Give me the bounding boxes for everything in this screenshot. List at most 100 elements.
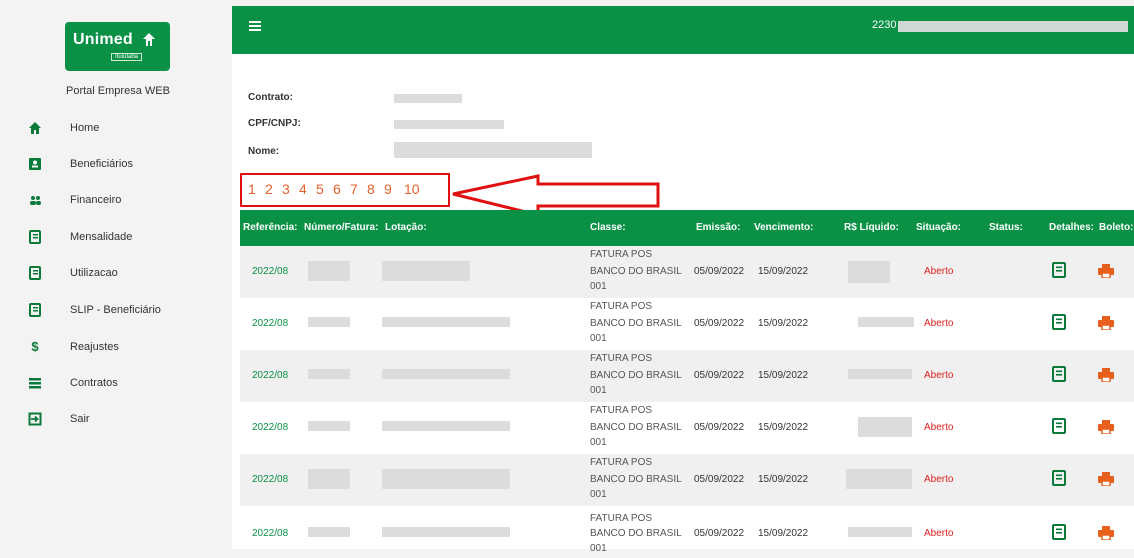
sidebar-item-label: Contratos xyxy=(70,377,118,389)
sidebar-item-reajustes[interactable]: $ Reajustes xyxy=(0,338,232,362)
classe-line-1: FATURA POS xyxy=(590,353,653,364)
classe-line-3: 001 xyxy=(590,543,607,554)
sidebar-item-contratos[interactable]: Contratos xyxy=(0,374,232,398)
printer-icon[interactable] xyxy=(1098,420,1114,434)
main-content: Contrato: CPF/CNPJ: Nome: 1 2 3 4 5 6 7 … xyxy=(232,54,1134,554)
vencimento: 15/09/2022 xyxy=(758,318,809,329)
redacted-lotacao xyxy=(382,369,510,379)
page-link-4[interactable]: 4 xyxy=(299,181,307,197)
col-liquido: R$ Líquido: xyxy=(844,222,899,233)
sidebar-item-label: SLIP - Beneficiário xyxy=(70,304,161,316)
referencia-link[interactable]: 2022/08 xyxy=(252,528,288,539)
classe-line-3: 001 xyxy=(590,437,607,448)
table-row: 2022/08 FATURA POS BANCO DO BRASIL 001 0… xyxy=(240,402,1134,454)
redacted-lotacao xyxy=(382,469,510,489)
contrato-label: Contrato: xyxy=(248,92,293,103)
redacted-numero xyxy=(308,369,350,379)
situacao-badge: Aberto xyxy=(924,370,954,381)
page-link-1[interactable]: 1 xyxy=(248,181,256,197)
dollar-icon: $ xyxy=(31,339,39,354)
col-situacao: Situação: xyxy=(916,222,962,233)
redacted-lotacao xyxy=(382,527,510,537)
hamburger-menu-icon[interactable] xyxy=(249,21,261,31)
sidebar-item-label: Beneficiários xyxy=(70,158,133,170)
referencia-link[interactable]: 2022/08 xyxy=(252,422,288,433)
situacao-badge: Aberto xyxy=(924,528,954,539)
col-referencia: Referência: xyxy=(243,222,298,233)
situacao-badge: Aberto xyxy=(924,474,954,485)
sidebar-item-slip-beneficiario[interactable]: SLIP - Beneficiário xyxy=(0,301,232,325)
details-icon[interactable] xyxy=(1052,262,1066,278)
page-link-5[interactable]: 5 xyxy=(316,181,324,197)
page-link-7[interactable]: 7 xyxy=(350,181,358,197)
vencimento: 15/09/2022 xyxy=(758,474,809,485)
classe-line-2: BANCO DO BRASIL xyxy=(590,370,682,381)
col-classe: Classe: xyxy=(590,222,626,233)
details-icon[interactable] xyxy=(1052,524,1066,540)
emissao: 05/09/2022 xyxy=(694,474,745,485)
table-row: 2022/08 FATURA POS BANCO DO BRASIL 001 0… xyxy=(240,454,1134,506)
printer-icon[interactable] xyxy=(1098,526,1114,540)
sidebar-item-financeiro[interactable]: Financeiro xyxy=(0,191,232,215)
redacted-nome xyxy=(394,142,592,158)
classe-line-1: FATURA POS xyxy=(590,301,653,312)
col-emissao: Emissão: xyxy=(696,222,741,233)
sidebar-item-home[interactable]: Home xyxy=(0,119,232,143)
page-link-3[interactable]: 3 xyxy=(282,181,290,197)
referencia-link[interactable]: 2022/08 xyxy=(252,318,288,329)
redacted-numero xyxy=(308,469,350,489)
sidebar-item-beneficiarios[interactable]: Beneficiários xyxy=(0,155,232,179)
details-icon[interactable] xyxy=(1052,366,1066,382)
sidebar-item-label: Mensalidade xyxy=(70,231,133,243)
sidebar-item-label: Utilizacao xyxy=(70,267,118,279)
details-icon[interactable] xyxy=(1052,314,1066,330)
table-row: 2022/08 FATURA POS BANCO DO BRASIL 001 0… xyxy=(240,506,1134,558)
redacted-liquido xyxy=(858,317,914,327)
pagination: 1 2 3 4 5 6 7 8 9 10 xyxy=(240,173,450,207)
sidebar-item-mensalidade[interactable]: Mensalidade xyxy=(0,228,232,252)
details-icon[interactable] xyxy=(1052,418,1066,434)
col-status: Status: xyxy=(989,222,1023,233)
col-numero-fatura: Número/Fatura: xyxy=(304,222,379,233)
page-link-6[interactable]: 6 xyxy=(333,181,341,197)
page-link-9[interactable]: 9 xyxy=(384,181,392,197)
document-icon xyxy=(28,266,42,280)
page-link-8[interactable]: 8 xyxy=(367,181,375,197)
emissao: 05/09/2022 xyxy=(694,370,745,381)
classe-line-1: FATURA POS xyxy=(590,513,653,524)
emissao: 05/09/2022 xyxy=(694,266,745,277)
printer-icon[interactable] xyxy=(1098,368,1114,382)
col-boleto: Boleto: xyxy=(1099,222,1134,233)
redacted-numero xyxy=(308,527,350,537)
unimed-tree-icon xyxy=(143,33,155,46)
portal-title: Portal Empresa WEB xyxy=(66,85,170,97)
table-header: Referência: Número/Fatura: Lotação: Clas… xyxy=(240,210,1134,246)
classe-line-2: BANCO DO BRASIL xyxy=(590,474,682,485)
unimed-logo[interactable]: Unimed Ituiutaba xyxy=(65,22,170,71)
redacted-liquido xyxy=(848,369,912,379)
vencimento: 15/09/2022 xyxy=(758,528,809,539)
sidebar-item-sair[interactable]: Sair xyxy=(0,410,232,434)
home-icon xyxy=(28,121,42,135)
classe-line-2: BANCO DO BRASIL xyxy=(590,266,682,277)
referencia-link[interactable]: 2022/08 xyxy=(252,266,288,277)
sidebar-item-label: Sair xyxy=(70,413,90,425)
page-link-10[interactable]: 10 xyxy=(404,181,420,197)
referencia-link[interactable]: 2022/08 xyxy=(252,370,288,381)
redacted-user-info xyxy=(898,21,1128,32)
details-icon[interactable] xyxy=(1052,470,1066,486)
page-link-2[interactable]: 2 xyxy=(265,181,273,197)
printer-icon[interactable] xyxy=(1098,316,1114,330)
classe-line-2: BANCO DO BRASIL xyxy=(590,528,682,539)
top-bar: 2230 xyxy=(232,6,1134,54)
table-row: 2022/08 FATURA POS BANCO DO BRASIL 001 0… xyxy=(240,350,1134,402)
table-row: 2022/08 FATURA POS BANCO DO BRASIL 001 0… xyxy=(240,298,1134,350)
referencia-link[interactable]: 2022/08 xyxy=(252,474,288,485)
sidebar-item-utilizacao[interactable]: Utilizacao xyxy=(0,264,232,288)
printer-icon[interactable] xyxy=(1098,264,1114,278)
vencimento: 15/09/2022 xyxy=(758,422,809,433)
users-icon xyxy=(28,193,42,207)
emissao: 05/09/2022 xyxy=(694,318,745,329)
redacted-liquido xyxy=(848,527,912,537)
printer-icon[interactable] xyxy=(1098,472,1114,486)
